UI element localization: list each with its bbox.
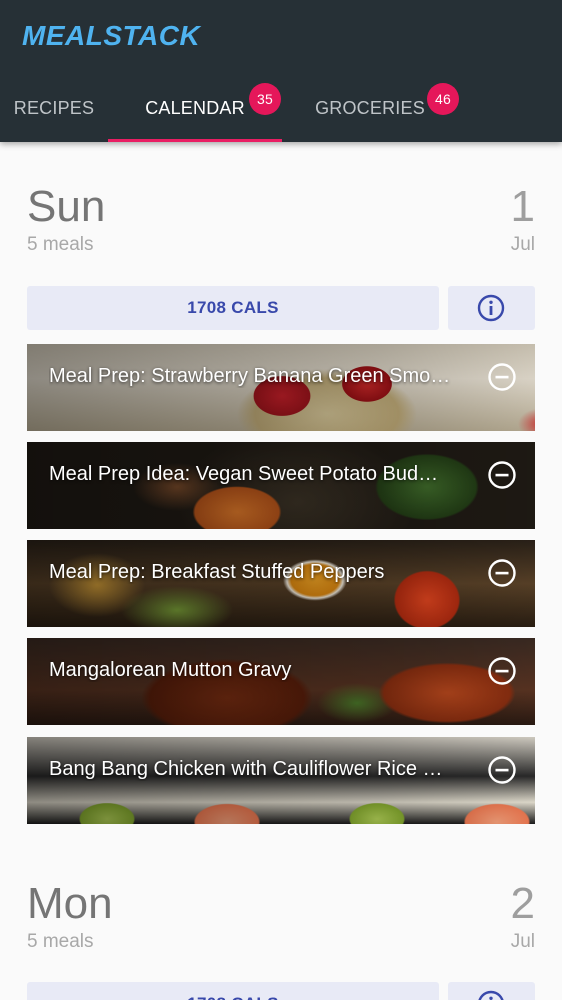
minus-circle-icon[interactable] — [487, 558, 517, 588]
day-name: Mon — [27, 879, 113, 928]
minus-circle-icon[interactable] — [487, 362, 517, 392]
meal-card[interactable]: Bang Bang Chicken with Cauliflower Rice … — [27, 737, 535, 824]
tab-calendar[interactable]: CALENDAR 35 — [108, 72, 282, 142]
calories-button[interactable]: 1708 CALS — [27, 982, 439, 1000]
meal-card[interactable]: Meal Prep: Strawberry Banana Green Smo… — [27, 344, 535, 431]
day-date: 1 — [510, 182, 535, 231]
calories-button[interactable]: 1708 CALS — [27, 286, 439, 330]
meal-title: Meal Prep: Breakfast Stuffed Peppers — [49, 561, 385, 583]
info-icon — [478, 990, 504, 1000]
meal-title: Mangalorean Mutton Gravy — [49, 659, 292, 681]
meal-card[interactable]: Mangalorean Mutton Gravy — [27, 638, 535, 725]
tab-groceries[interactable]: GROCERIES 46 — [300, 72, 459, 142]
tab-recipes[interactable]: RECIPES — [0, 72, 108, 142]
minus-circle-icon[interactable] — [487, 460, 517, 490]
app-brand: MEALSTACK — [22, 20, 201, 51]
app-bar: MEALSTACK RECIPES CALENDAR 35 GROCERIES … — [0, 0, 562, 142]
day-section-sun: Sun 1 5 meals Jul 1708 CALS Meal Prep: S… — [27, 182, 535, 882]
meal-title: Bang Bang Chicken with Cauliflower Rice … — [49, 758, 443, 780]
meal-count: 5 meals — [27, 234, 94, 255]
groceries-count-badge: 46 — [427, 83, 459, 115]
meal-card[interactable]: Meal Prep: Breakfast Stuffed Peppers — [27, 540, 535, 627]
info-button[interactable] — [448, 286, 535, 330]
day-month: Jul — [510, 234, 535, 255]
tab-groceries-label: GROCERIES — [315, 98, 425, 118]
active-tab-indicator — [108, 139, 282, 142]
meal-count: 5 meals — [27, 931, 94, 952]
tab-bar: RECIPES CALENDAR 35 GROCERIES 46 — [0, 72, 562, 142]
calendar-count-badge: 35 — [249, 83, 281, 115]
meal-title: Meal Prep Idea: Vegan Sweet Potato Bud… — [49, 463, 439, 485]
meal-title: Meal Prep: Strawberry Banana Green Smo… — [49, 365, 451, 387]
day-section-mon: Mon 2 5 meals Jul 1708 CALS — [27, 879, 535, 1000]
info-button[interactable] — [448, 982, 535, 1000]
day-date: 2 — [510, 879, 535, 928]
day-name: Sun — [27, 182, 106, 231]
meal-card[interactable]: Meal Prep Idea: Vegan Sweet Potato Bud… — [27, 442, 535, 529]
tab-recipes-label: RECIPES — [13, 98, 95, 118]
minus-circle-icon[interactable] — [487, 755, 517, 785]
minus-circle-icon[interactable] — [487, 656, 517, 686]
info-icon — [477, 294, 505, 322]
day-month: Jul — [510, 931, 535, 952]
